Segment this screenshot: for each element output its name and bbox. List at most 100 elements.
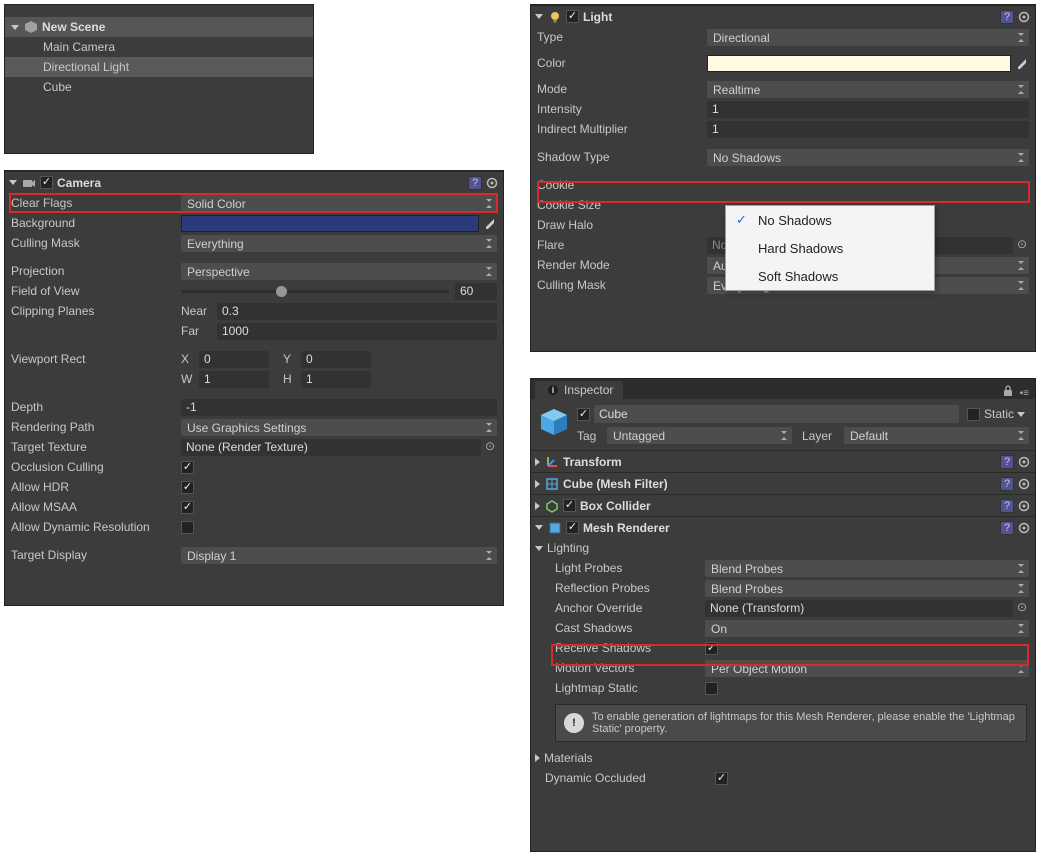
hdr-checkbox[interactable] [181,481,194,494]
shadow-type-dropdown[interactable]: No Shadows [707,149,1029,166]
meshrenderer-title: Mesh Renderer [583,521,670,535]
rendering-path-dropdown[interactable]: Use Graphics Settings [181,419,497,436]
meshrenderer-foldout[interactable] [535,525,543,530]
lock-icon[interactable] [1000,383,1016,399]
light-indirect-field[interactable]: 1 [707,121,1029,138]
transform-foldout[interactable] [535,458,540,466]
meshrenderer-icon [547,520,563,536]
draw-halo-label: Draw Halo [537,218,707,232]
help-icon[interactable]: ? [1000,455,1014,469]
tab-menu-icon[interactable]: ▪≡ [1020,388,1029,399]
msaa-label: Allow MSAA [11,500,181,514]
background-color-field[interactable] [181,215,479,232]
light-foldout[interactable] [535,14,543,19]
unity-logo-icon [23,19,39,35]
viewport-x[interactable]: 0 [199,351,269,368]
layer-dropdown[interactable]: Default [844,427,1029,444]
occlusion-checkbox[interactable] [181,461,194,474]
hierarchy-item-directional-light[interactable]: Directional Light [5,57,313,77]
culling-mask-dropdown[interactable]: Everything [181,235,497,252]
light-enable-checkbox[interactable] [566,10,579,23]
lightmap-static-checkbox[interactable] [705,682,718,695]
shadow-menu-no-shadows[interactable]: ✓ No Shadows [726,206,934,234]
far-field[interactable]: 1000 [217,323,497,340]
hdr-label: Allow HDR [11,480,181,494]
static-dropdown-arrow[interactable] [1017,412,1025,417]
near-field[interactable]: 0.3 [217,303,497,320]
light-probes-dropdown[interactable]: Blend Probes [705,560,1029,577]
meshfilter-foldout[interactable] [535,480,540,488]
gear-icon[interactable] [1017,10,1031,24]
lighting-foldout[interactable] [535,546,543,551]
tag-dropdown[interactable]: Untagged [607,427,792,444]
info-icon: i [545,382,561,398]
viewport-label: Viewport Rect [11,352,181,366]
light-color-field[interactable] [707,55,1011,72]
gear-icon[interactable] [1017,499,1031,513]
help-icon[interactable]: ? [1000,477,1014,491]
gear-icon[interactable] [485,176,499,190]
viewport-w[interactable]: 1 [199,371,269,388]
camera-foldout[interactable] [9,180,17,185]
boxcollider-enable-checkbox[interactable] [563,499,576,512]
shadow-menu-soft-shadows[interactable]: Soft Shadows [726,262,934,290]
hierarchy-item-cube[interactable]: Cube [5,77,313,97]
eyedropper-icon[interactable] [1015,56,1029,70]
static-checkbox[interactable] [967,408,980,421]
anchor-override-label: Anchor Override [555,601,705,615]
shadow-type-label: Shadow Type [537,150,707,164]
viewport-h[interactable]: 1 [301,371,371,388]
dynamic-occluded-checkbox[interactable] [715,772,728,785]
gear-icon[interactable] [1017,477,1031,491]
projection-label: Projection [11,264,181,278]
gear-icon[interactable] [1017,455,1031,469]
light-type-dropdown[interactable]: Directional [707,29,1029,46]
reflection-probes-label: Reflection Probes [555,581,705,595]
gameobject-enable-checkbox[interactable] [577,408,590,421]
target-texture-field[interactable]: None (Render Texture) [181,439,481,456]
viewport-y[interactable]: 0 [301,351,371,368]
fov-label: Field of View [11,284,181,298]
reflection-probes-dropdown[interactable]: Blend Probes [705,580,1029,597]
boxcollider-foldout[interactable] [535,502,540,510]
eyedropper-icon[interactable] [483,216,497,230]
fov-field[interactable]: 60 [455,283,497,300]
dyn-res-checkbox[interactable] [181,521,194,534]
cast-shadows-dropdown[interactable]: On [705,620,1029,637]
fov-slider[interactable]: 60 [181,283,497,300]
depth-field[interactable]: -1 [181,399,497,416]
help-icon[interactable]: ? [468,176,482,190]
scene-foldout[interactable] [11,25,19,30]
inspector-tab[interactable]: i Inspector [535,381,623,399]
culling-mask-label: Culling Mask [11,236,181,250]
camera-enable-checkbox[interactable] [40,176,53,189]
msaa-checkbox[interactable] [181,501,194,514]
depth-label: Depth [11,400,181,414]
light-color-label: Color [537,56,707,70]
near-label: Near [181,304,217,318]
projection-dropdown[interactable]: Perspective [181,263,497,280]
help-icon[interactable]: ? [1000,10,1014,24]
light-intensity-label: Intensity [537,102,707,116]
shadow-menu-hard-shadows[interactable]: Hard Shadows [726,234,934,262]
layer-label: Layer [802,429,844,443]
svg-text:i: i [552,385,555,395]
target-display-dropdown[interactable]: Display 1 [181,547,497,564]
highlight-shadow-type [537,181,1030,203]
boxcollider-title: Box Collider [580,499,651,513]
gameobject-name-field[interactable]: Cube [594,405,959,423]
help-icon[interactable]: ? [1000,499,1014,513]
meshrenderer-enable-checkbox[interactable] [566,521,579,534]
gear-icon[interactable] [1017,521,1031,535]
hierarchy-item-main-camera[interactable]: Main Camera [5,37,313,57]
target-texture-label: Target Texture [11,440,181,454]
meshfilter-title: Cube (Mesh Filter) [563,477,668,491]
help-icon[interactable]: ? [1000,521,1014,535]
anchor-override-field[interactable]: None (Transform) [705,600,1013,617]
light-mode-dropdown[interactable]: Realtime [707,81,1029,98]
transform-title: Transform [563,455,622,469]
light-mode-label: Mode [537,82,707,96]
light-intensity-field[interactable]: 1 [707,101,1029,118]
lightmap-info-box: ! To enable generation of lightmaps for … [555,704,1027,742]
materials-foldout[interactable] [535,754,540,762]
